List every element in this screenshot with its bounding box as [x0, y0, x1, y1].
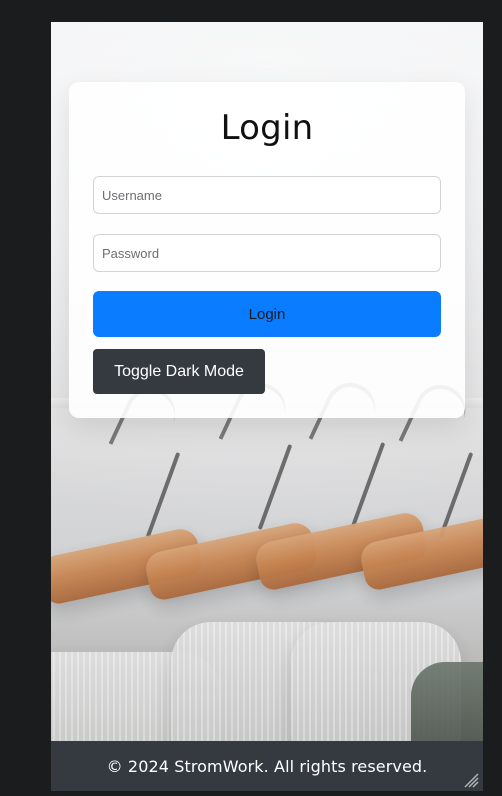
footer: © 2024 StromWork. All rights reserved.: [51, 741, 483, 791]
app-frame: Login Login Toggle Dark Mode © 2024 Stro…: [51, 22, 483, 791]
login-title: Login: [220, 108, 314, 148]
login-card: Login Login Toggle Dark Mode: [69, 82, 465, 418]
username-input[interactable]: [93, 176, 441, 214]
login-button[interactable]: Login: [93, 291, 441, 337]
resize-grip-icon[interactable]: [459, 768, 479, 788]
footer-text: © 2024 StromWork. All rights reserved.: [106, 756, 428, 776]
toggle-dark-mode-button[interactable]: Toggle Dark Mode: [93, 349, 265, 394]
password-input[interactable]: [93, 234, 441, 272]
